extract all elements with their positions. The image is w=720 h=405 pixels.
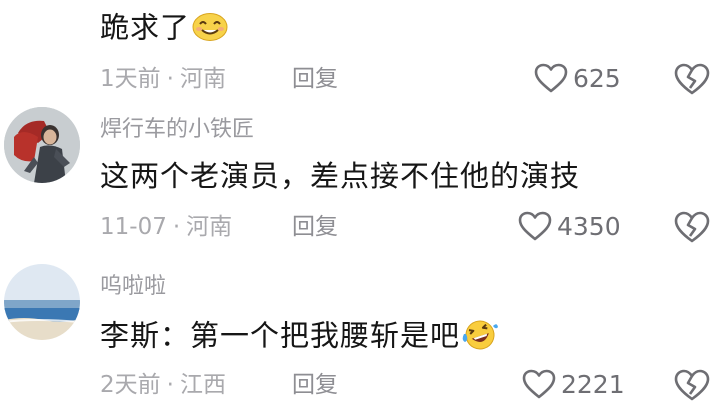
comment-location: 河南 [179, 66, 226, 92]
reply-button[interactable]: 回复 [292, 216, 338, 239]
comment-text: 这两个老演员，差点接不住他的演技 [100, 159, 581, 193]
reply-button[interactable]: 回复 [292, 374, 338, 397]
username[interactable]: 呜啦啦 [100, 276, 166, 298]
username[interactable]: 焊行车的小铁匠 [100, 119, 254, 141]
broken-heart-icon[interactable] [672, 368, 712, 402]
comment-location: 江西 [179, 372, 226, 398]
meta-separator: · [166, 372, 174, 398]
broken-heart-icon[interactable] [672, 62, 712, 96]
comment-text-content: 跪求了 [100, 10, 191, 45]
smiling-face-icon [192, 12, 228, 47]
comment-meta: 1天前 · 河南 [100, 68, 226, 91]
heart-outline-icon [522, 369, 556, 399]
like-button[interactable]: 625 [533, 62, 621, 94]
comment-location: 河南 [186, 214, 233, 240]
comment-meta: 11-07 · 河南 [100, 216, 232, 239]
heart-outline-icon [518, 211, 552, 241]
comment-meta: 2天前 · 江西 [100, 374, 226, 397]
comment-text: 李斯：第一个把我腰斩是吧 [100, 318, 499, 357]
like-count: 625 [573, 63, 621, 93]
comment-time: 11-07 [100, 214, 167, 240]
meta-separator: · [166, 66, 174, 92]
heart-outline-icon [534, 63, 568, 93]
like-button[interactable]: 2221 [521, 368, 625, 400]
comment-text: 跪求了 [100, 12, 228, 47]
like-count: 4350 [557, 211, 621, 241]
broken-heart-icon[interactable] [672, 210, 712, 244]
comment-time: 2天前 [100, 372, 161, 398]
comment-time: 1天前 [100, 66, 161, 92]
reply-button[interactable]: 回复 [292, 68, 338, 91]
comment-text-content: 李斯：第一个把我腰斩是吧 [100, 318, 461, 353]
like-button[interactable]: 4350 [517, 210, 621, 242]
avatar[interactable] [4, 107, 80, 183]
comment-list: 跪求了 1天前 · 河南 回复 625 焊行车的小铁匠 这两个老演员，差点接不住… [0, 0, 720, 405]
avatar[interactable] [4, 264, 80, 340]
meta-separator: · [172, 214, 181, 240]
laughing-tears-face-icon [462, 318, 499, 357]
like-count: 2221 [561, 369, 625, 399]
